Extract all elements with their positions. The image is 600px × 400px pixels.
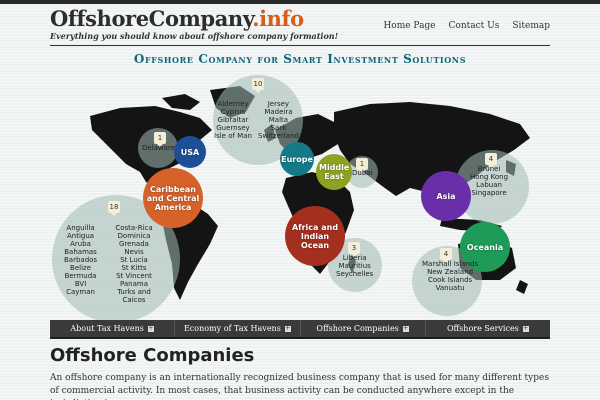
- africa-list: Liberia Mauritius Seychelles: [336, 254, 373, 278]
- menu-offshore-companies[interactable]: Offshore Companies +: [301, 320, 426, 337]
- country-labuan[interactable]: Labuan: [470, 181, 508, 189]
- country-alderney[interactable]: Alderney: [214, 100, 252, 108]
- country-cyprus[interactable]: Cyprus: [214, 108, 252, 116]
- region-caribbean[interactable]: Caribbean and Central America: [143, 168, 203, 228]
- country-hong-kong[interactable]: Hong Kong: [470, 173, 508, 181]
- country-cayman[interactable]: Cayman: [64, 288, 97, 296]
- region-middle-east[interactable]: Middle East: [316, 154, 352, 190]
- country-aruba[interactable]: Aruba: [64, 240, 97, 248]
- logo-main: OffshoreCompany: [50, 6, 253, 31]
- menu-offshore-services[interactable]: Offshore Services +: [426, 320, 550, 337]
- asia-list: Brunei Hong Kong Labuan Singapore: [470, 165, 508, 197]
- region-caribbean-label: Caribbean and Central America: [146, 184, 200, 212]
- menu-offshore-companies-label: Offshore Companies: [316, 324, 399, 333]
- country-bahamas[interactable]: Bahamas: [64, 248, 97, 256]
- world-map: 10 1 18 1 3 4 4 USA Caribbean and Centra…: [50, 68, 550, 323]
- country-antigua[interactable]: Antigua: [64, 232, 97, 240]
- count-badge-africa: 3: [348, 242, 360, 257]
- country-malta[interactable]: Malta: [258, 116, 299, 124]
- menu-about-tax-havens-label: About Tax Havens: [70, 324, 144, 333]
- caribbean-list-right: Costa-Rica Dominica Grenada Nevis St Luc…: [114, 224, 154, 304]
- country-costa-rica[interactable]: Costa-Rica: [114, 224, 154, 232]
- country-marshall-islands[interactable]: Marshall Islands: [422, 260, 478, 268]
- delaware-label[interactable]: Delaware: [142, 144, 175, 152]
- country-turks-caicos[interactable]: Turks and Caicos: [114, 288, 154, 304]
- country-barbados[interactable]: Barbados: [64, 256, 97, 264]
- region-usa[interactable]: USA: [174, 136, 206, 168]
- count-badge-europe: 10: [252, 78, 264, 93]
- count-badge-oceania: 4: [440, 248, 452, 263]
- count-badge-delaware: 1: [154, 132, 166, 147]
- expand-icon: +: [402, 324, 409, 332]
- region-usa-label: USA: [180, 147, 200, 157]
- header-rule: [50, 45, 550, 46]
- country-jersey[interactable]: Jersey: [258, 100, 299, 108]
- country-guernsey[interactable]: Guernsey: [214, 124, 252, 132]
- logo-tld: .info: [252, 6, 304, 31]
- country-gibraltar[interactable]: Gibraltar: [214, 116, 252, 124]
- nav-contact[interactable]: Contact Us: [449, 21, 500, 31]
- country-new-zealand[interactable]: New Zealand: [422, 268, 478, 276]
- top-nav: Home Page Contact Us Sitemap: [383, 21, 550, 31]
- region-europe-label: Europe: [281, 154, 313, 164]
- region-middle-east-label: Middle East: [319, 163, 350, 181]
- country-liberia[interactable]: Liberia: [336, 254, 373, 262]
- main-menu: About Tax Havens + Economy of Tax Havens +…: [50, 320, 550, 339]
- country-switzerland[interactable]: Switzerland: [258, 132, 299, 140]
- country-brunei[interactable]: Brunei: [470, 165, 508, 173]
- article-text: An offshore company is an internationall…: [50, 373, 549, 400]
- region-africa-label: Africa and Indian Ocean: [291, 222, 339, 250]
- expand-icon: +: [147, 324, 154, 332]
- count-badge-caribbean: 18: [108, 201, 120, 216]
- country-dominica[interactable]: Dominica: [114, 232, 154, 240]
- country-grenada[interactable]: Grenada: [114, 240, 154, 248]
- top-bar: [0, 0, 600, 4]
- country-belize[interactable]: Belize: [64, 264, 97, 272]
- country-sark[interactable]: Sark: [258, 124, 299, 132]
- menu-economy-tax-havens[interactable]: Economy of Tax Havens +: [175, 320, 301, 337]
- country-st-kitts[interactable]: St Kitts: [114, 264, 154, 272]
- dubai-label[interactable]: Dubai: [352, 169, 373, 177]
- menu-offshore-services-label: Offshore Services: [446, 324, 519, 333]
- country-panama[interactable]: Panama: [114, 280, 154, 288]
- europe-list-right: Jersey Madeira Malta Sark Switzerland: [258, 100, 299, 140]
- region-oceania-label: Oceania: [466, 242, 504, 252]
- oceania-list: Marshall Islands New Zealand Cook Island…: [422, 260, 478, 292]
- country-mauritius[interactable]: Mauritius: [336, 262, 373, 270]
- nav-sitemap[interactable]: Sitemap: [512, 21, 550, 31]
- region-europe[interactable]: Europe: [280, 142, 314, 176]
- site-tagline: Everything you should know about offshor…: [50, 31, 339, 41]
- count-badge-asia: 4: [485, 153, 497, 168]
- country-isle-of-man[interactable]: Isle of Man: [214, 132, 252, 140]
- country-cook-islands[interactable]: Cook Islands: [422, 276, 478, 284]
- expand-icon: +: [284, 324, 291, 332]
- menu-economy-tax-havens-label: Economy of Tax Havens: [183, 324, 281, 333]
- country-singapore[interactable]: Singapore: [470, 189, 508, 197]
- country-seychelles[interactable]: Seychelles: [336, 270, 373, 278]
- expand-icon: +: [522, 324, 529, 332]
- site-logo[interactable]: OffshoreCompany.info: [50, 6, 304, 31]
- country-vanuatu[interactable]: Vanuatu: [422, 284, 478, 292]
- country-bvi[interactable]: BVI: [64, 280, 97, 288]
- country-madeira[interactable]: Madeira: [258, 108, 299, 116]
- menu-about-tax-havens[interactable]: About Tax Havens +: [50, 320, 176, 337]
- country-st-vincent[interactable]: St Vincent: [114, 272, 154, 280]
- article-title: Offshore Companies: [50, 345, 255, 366]
- region-asia[interactable]: Asia: [421, 171, 471, 221]
- caribbean-list-left: Anguilla Antigua Aruba Bahamas Barbados …: [64, 224, 97, 296]
- country-nevis[interactable]: Nevis: [114, 248, 154, 256]
- region-asia-label: Asia: [436, 191, 456, 201]
- banner-heading: Offshore Company for Smart Investment So…: [133, 52, 467, 66]
- europe-list-left: Alderney Cyprus Gibraltar Guernsey Isle …: [214, 100, 252, 140]
- country-st-lucia[interactable]: St Lucia: [114, 256, 154, 264]
- country-bermuda[interactable]: Bermuda: [64, 272, 97, 280]
- nav-home[interactable]: Home Page: [383, 21, 435, 31]
- country-anguilla[interactable]: Anguilla: [64, 224, 97, 232]
